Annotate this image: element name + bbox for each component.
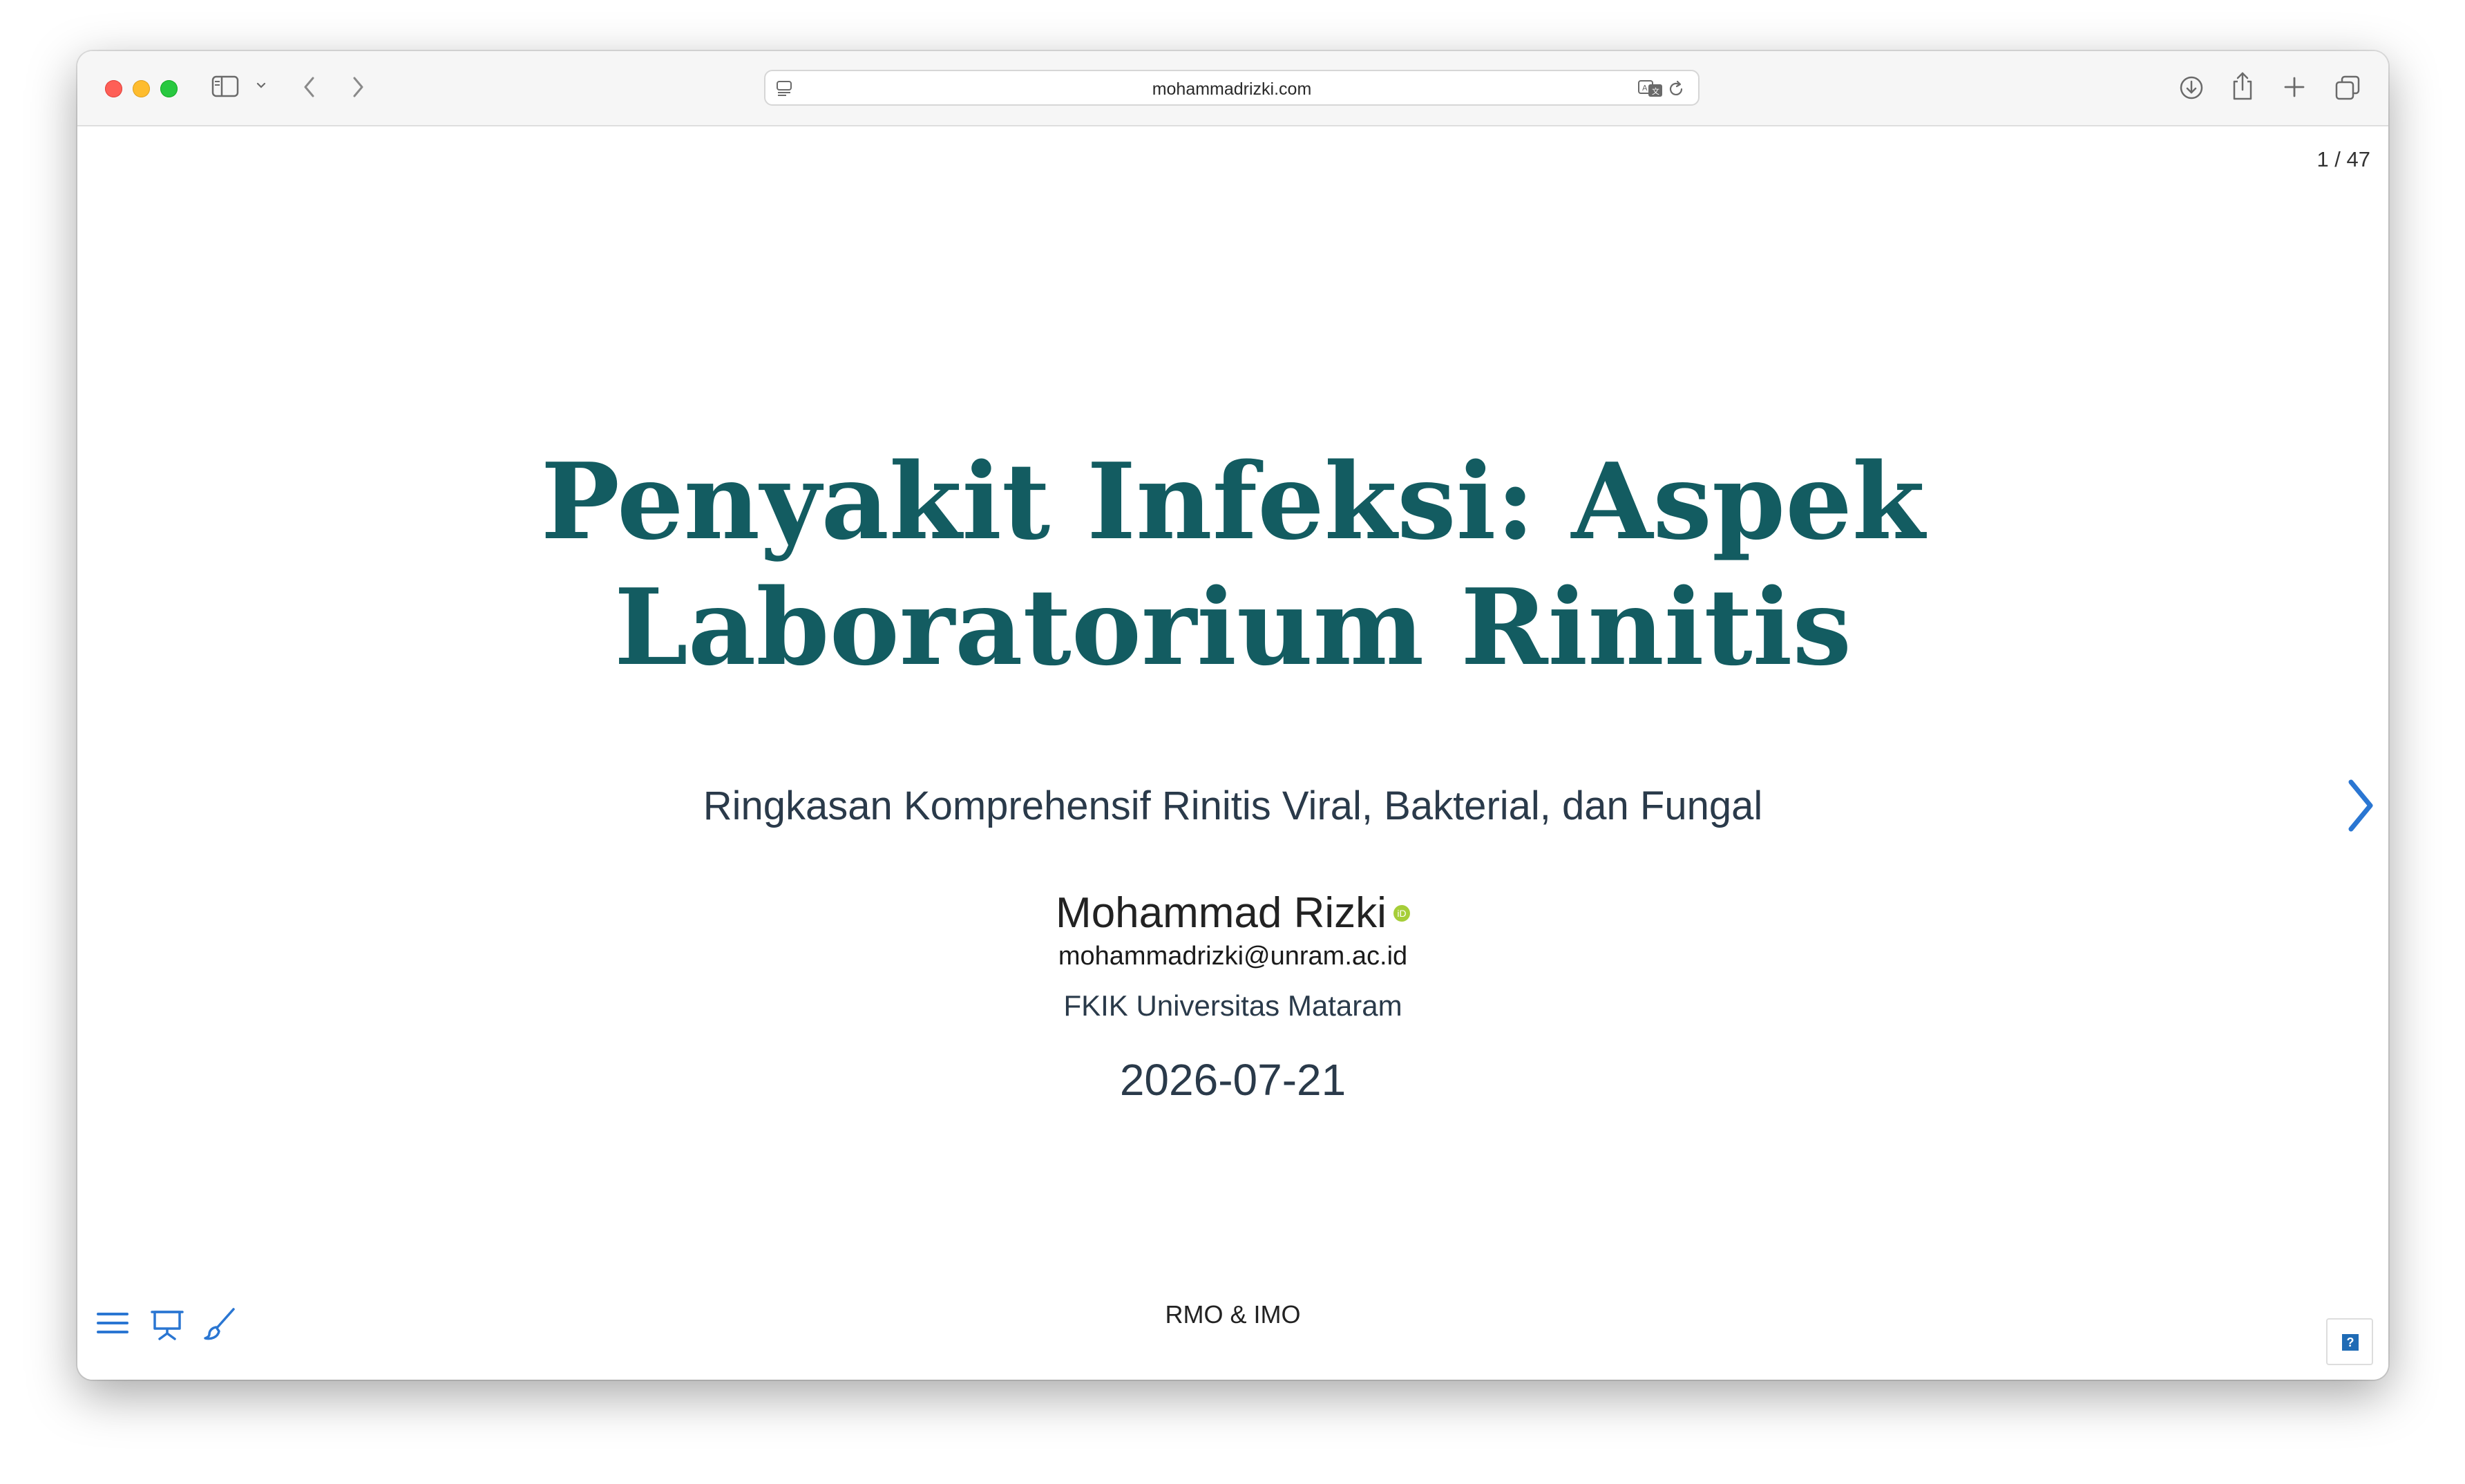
zoom-window-button[interactable] [160, 80, 178, 97]
help-icon: ? [2342, 1334, 2359, 1351]
author-name: Mohammad Rizki [1056, 889, 1387, 937]
translate-icon[interactable]: A 文 [1637, 79, 1665, 98]
url-text[interactable]: mohammadrizki.com [765, 79, 1698, 99]
svg-text:文: 文 [1652, 86, 1659, 96]
author-row: Mohammad Rizki iD [77, 888, 2388, 938]
browser-window: mohammadrizki.com A 文 1 / 47 Penyakit In… [77, 51, 2388, 1380]
slide-viewport: 1 / 47 Penyakit Infeksi: Aspek Laborator… [77, 126, 2388, 1380]
author-email: mohammadrizki@unram.ac.id [1058, 942, 1408, 971]
slide-date: 2026-07-21 [1119, 1055, 1346, 1105]
forward-icon[interactable] [350, 75, 366, 99]
chevron-down-icon[interactable] [256, 82, 267, 90]
help-button[interactable]: ? [2326, 1318, 2373, 1365]
close-window-button[interactable] [105, 80, 122, 97]
slide-footer: RMO & IMO [1165, 1300, 1301, 1329]
author-affiliation: FKIK Universitas Mataram [1063, 989, 1402, 1022]
slide-subtitle: Ringkasan Komprehensif Rinitis Viral, Ba… [703, 783, 1763, 828]
presentation-icon[interactable] [150, 1306, 184, 1345]
slide-title-line-1: Penyakit Infeksi: Aspek [540, 439, 1925, 563]
share-icon[interactable] [2230, 70, 2255, 102]
minimize-window-button[interactable] [133, 80, 150, 97]
orcid-icon[interactable]: iD [1393, 904, 1410, 922]
new-tab-icon[interactable] [2282, 75, 2307, 99]
reload-icon[interactable] [1666, 79, 1686, 99]
sidebar-icon[interactable] [211, 75, 239, 98]
slide-title-line-2: Laboratorium Rinitis [613, 565, 1852, 689]
brush-icon[interactable] [202, 1306, 238, 1345]
menu-icon[interactable] [95, 1306, 130, 1344]
browser-toolbar: mohammadrizki.com A 文 [77, 51, 2388, 126]
back-icon[interactable] [301, 75, 318, 99]
next-slide-icon[interactable] [2344, 778, 2376, 833]
address-bar[interactable]: mohammadrizki.com A 文 [764, 70, 1700, 106]
tabs-overview-icon[interactable] [2334, 74, 2361, 102]
slide-counter: 1 / 47 [2316, 147, 2370, 171]
download-icon[interactable] [2178, 74, 2205, 102]
slide-title: Penyakit Infeksi: Aspek Laboratorium Rin… [77, 439, 2388, 690]
svg-text:A: A [1642, 84, 1648, 93]
